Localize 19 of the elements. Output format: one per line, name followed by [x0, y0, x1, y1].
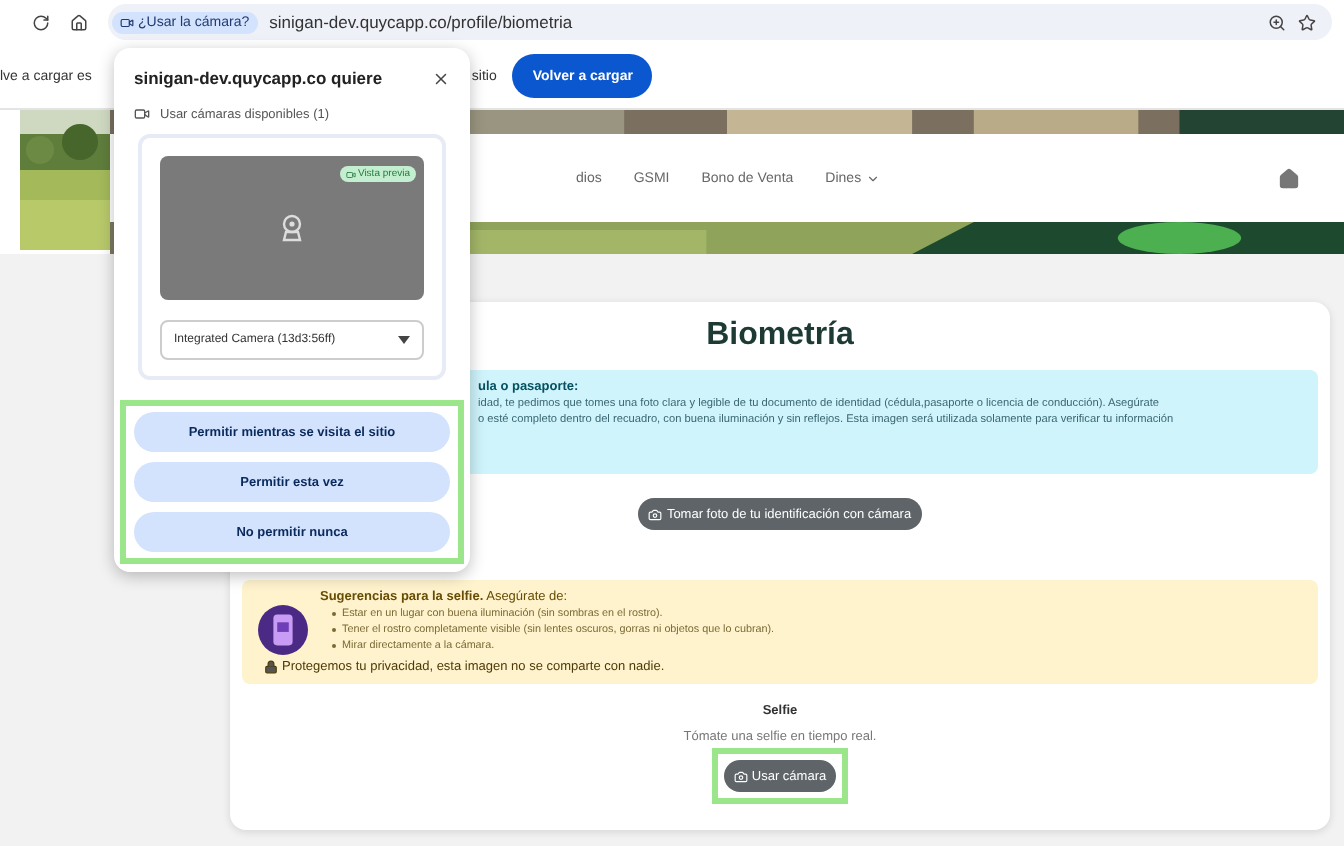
camera-icon	[733, 769, 748, 783]
caret-icon	[398, 336, 410, 344]
url-text: sinigan-dev.quycapp.co/profile/biometria	[269, 12, 575, 32]
reload-icon[interactable]	[32, 13, 50, 31]
camera-icon	[648, 507, 663, 521]
close-icon[interactable]	[432, 69, 450, 87]
page-title: Biometría	[706, 318, 854, 354]
video-camera-icon	[134, 106, 150, 122]
video-camera-icon	[120, 15, 134, 29]
popup-title: sinigan-dev.quycapp.co quiere	[134, 68, 383, 88]
home-icon[interactable]	[70, 13, 88, 31]
lock-icon	[264, 660, 278, 674]
phone-drawing	[258, 604, 308, 656]
zoom-icon[interactable]	[1268, 13, 1286, 31]
home-icon[interactable]	[1278, 167, 1300, 189]
video-camera-icon	[345, 169, 356, 179]
bookmark-star-icon[interactable]	[1298, 13, 1316, 31]
webcam-icon	[280, 214, 304, 242]
chevron-down-icon	[865, 171, 880, 185]
